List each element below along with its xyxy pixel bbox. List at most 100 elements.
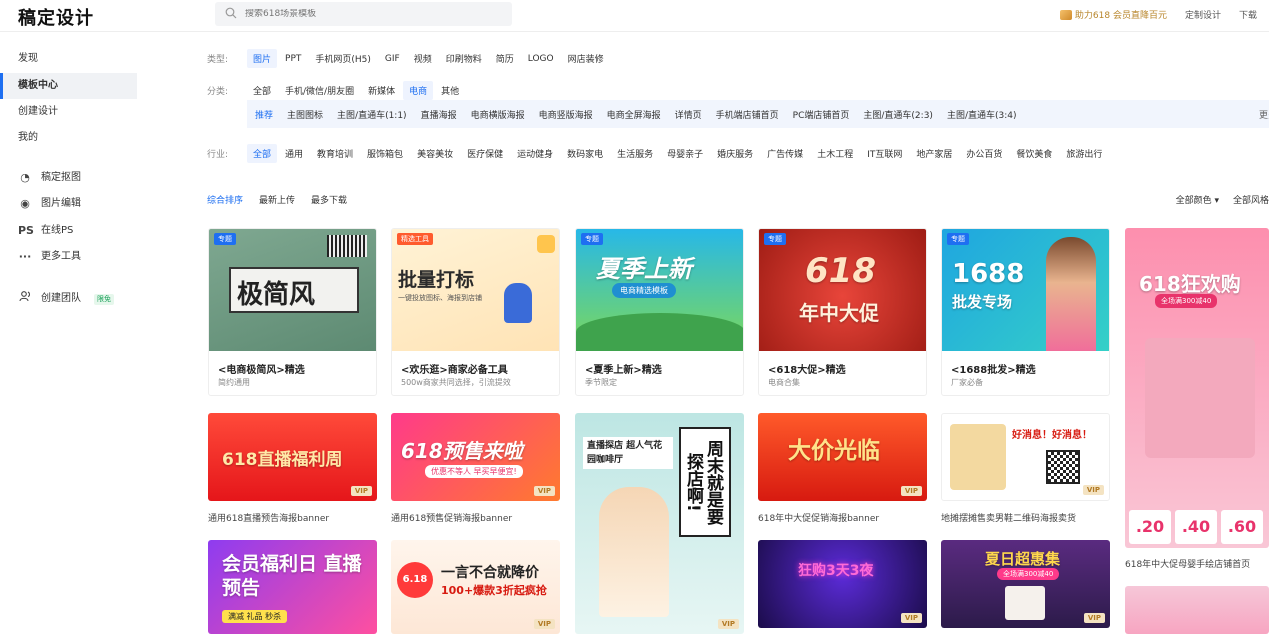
subcategory-option[interactable]: 推荐 <box>249 105 279 124</box>
category-option[interactable]: 手机/微信/朋友圈 <box>279 81 360 100</box>
subcategory-option[interactable]: 主图图标 <box>281 105 329 124</box>
sort-option[interactable]: 最新上传 <box>259 193 295 206</box>
subcategory-option[interactable]: PC端店铺首页 <box>787 105 856 124</box>
industry-option[interactable]: 旅游出行 <box>1060 144 1108 163</box>
industry-option[interactable]: 地产家居 <box>910 144 958 163</box>
template-card[interactable]: 夏日超惠集 全场满300减40 VIP <box>941 540 1110 628</box>
type-option[interactable]: LOGO <box>522 51 560 67</box>
sidebar-create-team[interactable]: 创建团队 限免 <box>18 289 114 309</box>
type-option[interactable]: 印刷物料 <box>440 49 488 68</box>
subcategory-option[interactable]: 主图/直通车(3:4) <box>941 105 1023 124</box>
sidebar-item-create-design[interactable]: 创建设计 <box>0 99 137 125</box>
template-card[interactable]: 会员福利日 直播预告 满减 礼品 秒杀 <box>208 540 377 634</box>
industry-option[interactable]: 餐饮美食 <box>1010 144 1058 163</box>
template-card[interactable] <box>1125 586 1269 634</box>
industry-option[interactable]: 母婴亲子 <box>661 144 709 163</box>
person-illustration <box>504 283 532 323</box>
industry-option[interactable]: 通用 <box>279 144 309 163</box>
subcategory-option[interactable]: 电商横版海报 <box>465 105 531 124</box>
sort-option[interactable]: 综合排序 <box>207 193 243 206</box>
industry-option[interactable]: 办公百货 <box>960 144 1008 163</box>
template-card[interactable]: 大价光临 VIP <box>758 413 927 501</box>
featured-card[interactable]: 极简风 专题 <电商极简风>精选 简约通用 <box>208 228 377 396</box>
vip-promo-link[interactable]: 助力618 会员直降百元 <box>1059 8 1167 21</box>
subcategory-more-link[interactable]: 更多 <box>1259 108 1269 121</box>
category-option[interactable]: 电商 <box>403 81 434 100</box>
topic-badge: 专题 <box>947 233 969 245</box>
industry-option[interactable]: 全部 <box>247 144 278 163</box>
industry-option[interactable]: 数码家电 <box>561 144 609 163</box>
sidebar-tool-online-ps[interactable]: PS 在线PS <box>18 221 73 241</box>
industry-option[interactable]: 婚庆服务 <box>711 144 759 163</box>
subcategory-option[interactable]: 电商竖版海报 <box>533 105 599 124</box>
industry-option[interactable]: 运动健身 <box>511 144 559 163</box>
industry-option[interactable]: 教育培训 <box>311 144 359 163</box>
subcategory-option[interactable]: 详情页 <box>669 105 708 124</box>
industry-option[interactable]: 服饰箱包 <box>361 144 409 163</box>
subcategory-option[interactable]: 直播海报 <box>415 105 463 124</box>
vip-badge: VIP <box>717 619 739 629</box>
featured-card[interactable]: 夏季上新 电商精选模板 专题 <夏季上新>精选 季节限定 <box>575 228 744 396</box>
subcategory-option[interactable]: 电商全屏海报 <box>601 105 667 124</box>
template-card[interactable]: 618狂欢购 全场满300减40 .20 .40 .60 <box>1125 228 1269 548</box>
type-option[interactable]: 网店装修 <box>562 49 610 68</box>
sidebar-tool-label: 在线PS <box>41 225 74 236</box>
industry-option[interactable]: 广告传媒 <box>761 144 809 163</box>
more-icon: ··· <box>18 250 32 263</box>
color-filter-dropdown[interactable]: 全部颜色 ▾ <box>1176 193 1219 206</box>
template-card[interactable]: 狂购3天3夜 VIP <box>758 540 927 628</box>
download-link[interactable]: 下载 <box>1239 8 1257 21</box>
type-option[interactable]: 手机网页(H5) <box>309 49 377 68</box>
template-card[interactable]: 618预售来啦 优惠不等人 早买早便宜! VIP <box>391 413 560 501</box>
subcategory-option[interactable]: 主图/直通车(1:1) <box>331 105 413 124</box>
category-filter-label: 分类: <box>207 87 229 97</box>
search-box[interactable] <box>215 2 512 26</box>
type-option[interactable]: GIF <box>379 51 406 67</box>
category-option[interactable]: 全部 <box>247 81 277 100</box>
custom-design-link[interactable]: 定制设计 <box>1185 8 1221 21</box>
subcategory-option[interactable]: 主图/直通车(2:3) <box>857 105 939 124</box>
logo[interactable]: 稿定设计 <box>18 4 94 30</box>
sidebar-tool-more[interactable]: ··· 更多工具 <box>18 247 81 267</box>
sidebar-tool-matting[interactable]: ◔ 稿定抠图 <box>18 168 81 188</box>
featured-subtitle: 简约通用 <box>218 378 250 387</box>
featured-card[interactable]: 1688 批发专场 专题 <1688批发>精选 厂家必备 <box>941 228 1110 396</box>
featured-card[interactable]: 618 年中大促 专题 <618大促>精选 电商合集 <box>758 228 927 396</box>
industry-option[interactable]: 生活服务 <box>611 144 659 163</box>
type-option[interactable]: PPT <box>279 51 307 67</box>
featured-thumbnail: 批量打标 一键投放图标、海报到店铺 <box>392 229 559 351</box>
industry-option[interactable]: 医疗保健 <box>461 144 509 163</box>
sidebar-item-mine[interactable]: 我的 <box>0 125 137 151</box>
search-icon <box>225 7 239 21</box>
matting-icon: ◔ <box>20 171 30 184</box>
sort-option[interactable]: 最多下载 <box>311 193 347 206</box>
top-bar: 稿定设计 助力618 会员直降百元 定制设计 下载 <box>0 0 1269 32</box>
featured-title: <夏季上新>精选 <box>585 365 662 376</box>
search-input[interactable] <box>245 9 505 19</box>
category-option[interactable]: 其他 <box>435 81 465 100</box>
industry-option[interactable]: IT互联网 <box>861 144 908 163</box>
industry-option[interactable]: 土木工程 <box>811 144 859 163</box>
type-option[interactable]: 简历 <box>490 49 520 68</box>
industry-option[interactable]: 美容美妆 <box>411 144 459 163</box>
type-option[interactable]: 图片 <box>247 49 278 68</box>
featured-thumbnail: 夏季上新 电商精选模板 <box>576 229 743 351</box>
sidebar-tool-image-edit[interactable]: ◉ 图片编辑 <box>18 194 81 214</box>
featured-thumbnail: 618 年中大促 <box>759 229 926 351</box>
template-big-text: 夏日超惠集 <box>985 550 1061 568</box>
template-card[interactable]: 直播探店 超人气花园咖啡厅 周末就是要探店啊! VIP <box>575 413 744 634</box>
sidebar-item-template-center[interactable]: 模板中心 <box>0 73 137 99</box>
subcategory-option[interactable]: 手机端店铺首页 <box>710 105 785 124</box>
type-option[interactable]: 视频 <box>408 49 438 68</box>
category-option[interactable]: 新媒体 <box>362 81 401 100</box>
template-card[interactable]: 6.18 一言不合就降价 100+爆款3折起疯抢 VIP <box>391 540 560 634</box>
sidebar-item-discover[interactable]: 发现 <box>0 46 137 72</box>
template-card[interactable]: 618直播福利周 VIP <box>208 413 377 501</box>
featured-big-text: 1688 <box>952 259 1025 289</box>
color-filter-label: 全部颜色 <box>1175 196 1212 206</box>
category-filter-row: 分类: 全部 手机/微信/朋友圈 新媒体 电商 其他 <box>207 81 467 100</box>
style-filter-dropdown[interactable]: 全部风格 <box>1233 193 1269 206</box>
top-right-nav: 助力618 会员直降百元 定制设计 下载 <box>1059 8 1257 21</box>
featured-card[interactable]: 批量打标 一键投放图标、海报到店铺 精选工具 <欢乐逛>商家必备工具 500w商… <box>391 228 560 396</box>
template-card[interactable]: 好消息！好消息！ VIP <box>941 413 1110 501</box>
